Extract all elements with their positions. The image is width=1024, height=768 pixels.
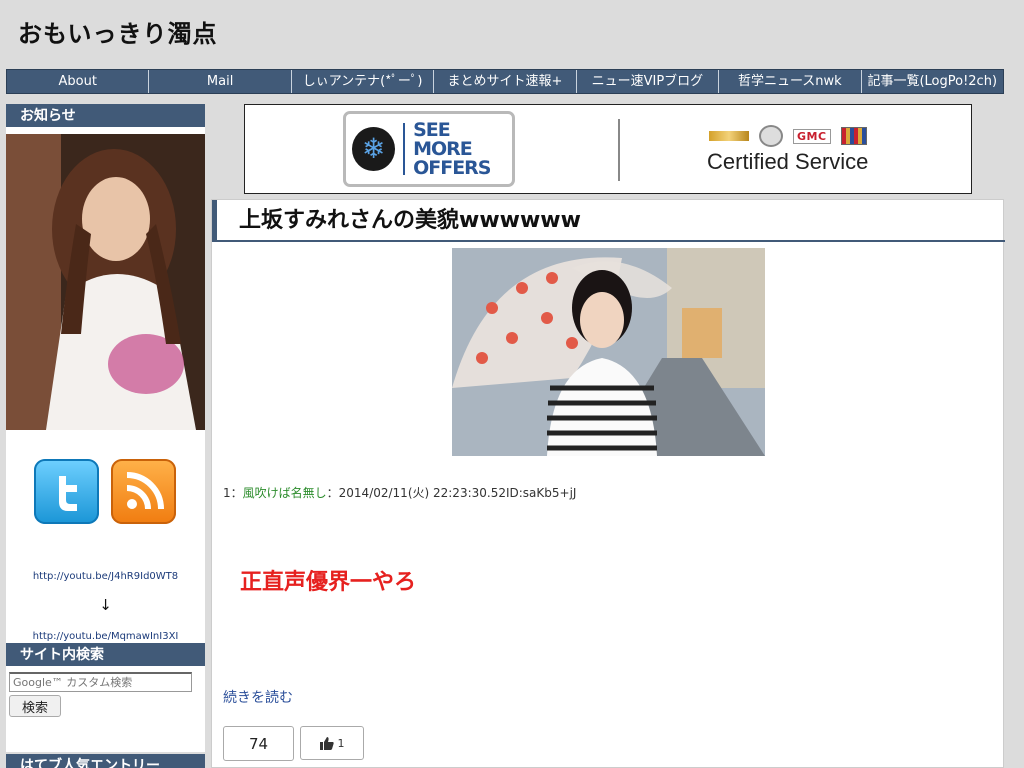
snowflake-icon: ❄ xyxy=(352,127,396,171)
like-count: 1 xyxy=(337,736,345,750)
hatena-bookmark-count[interactable]: 74 xyxy=(223,726,294,761)
nav-item-article-list[interactable]: 記事一覧(LogPo!2ch) xyxy=(862,70,1003,93)
youtube-link-2[interactable]: http://youtu.be/MqmawInI3XI xyxy=(6,631,205,642)
notice-box: http://youtu.be/J4hR9Id0WT8 ↓ http://you… xyxy=(6,129,205,643)
search-input[interactable] xyxy=(9,672,192,692)
like-button[interactable]: 1 xyxy=(300,726,364,760)
buick-logo-icon xyxy=(759,125,783,147)
post-meta: 1：風吹けば名無し：2014/02/11(火) 22:23:30.52ID:sa… xyxy=(223,484,576,501)
article-photo[interactable] xyxy=(452,248,765,456)
notice-photo[interactable] xyxy=(6,134,205,430)
offer-text: SEE MORE OFFERS xyxy=(413,118,512,179)
site-title[interactable]: おもいっきり濁点 xyxy=(18,14,218,49)
rss-icon[interactable] xyxy=(111,459,176,524)
nav-item-tetsugaku-news[interactable]: 哲学ニュースnwk xyxy=(719,70,862,93)
gmc-logo: GMC xyxy=(793,128,831,144)
twitter-icon[interactable] xyxy=(34,459,99,524)
brand-logos: GMC xyxy=(709,125,867,147)
article: 上坂すみれさんの美貌wwwwww 1：風吹けば名無し：2014/02/11(火)… xyxy=(211,199,1005,768)
notice-heading: お知らせ xyxy=(6,104,205,129)
offer-line-1: SEE MORE xyxy=(413,118,473,160)
offer-divider xyxy=(403,123,406,175)
hatena-popular-heading: はてブ人気エントリー xyxy=(6,754,205,768)
article-title[interactable]: 上坂すみれさんの美貌wwwwww xyxy=(212,200,1005,242)
see-more-offers-button[interactable]: ❄ SEE MORE OFFERS xyxy=(343,111,515,187)
certified-service-text: Certified Service xyxy=(707,149,869,174)
ad-divider xyxy=(618,119,620,181)
poster-name: 風吹けば名無し xyxy=(242,486,327,500)
global-nav: About Mail しぃアンテナ(*ﾟーﾟ) まとめサイト速報+ ニュー速VI… xyxy=(6,69,1004,94)
chevrolet-logo-icon xyxy=(709,131,749,141)
site-search-box: 検索 xyxy=(6,668,205,752)
thumbs-up-icon xyxy=(319,736,334,750)
post-datetime-id: ：2014/02/11(火) 22:23:30.52ID:saKb5+jJ xyxy=(326,486,577,500)
nav-item-about[interactable]: About xyxy=(7,70,150,93)
nav-item-vip-blog[interactable]: ニュー速VIPブログ xyxy=(577,70,720,93)
ad-banner[interactable]: ❄ SEE MORE OFFERS GMC Certified Service xyxy=(244,104,972,194)
offer-line-2: OFFERS xyxy=(413,156,491,179)
read-more-link[interactable]: 続きを読む xyxy=(223,687,293,707)
nav-item-mail[interactable]: Mail xyxy=(149,70,292,93)
nav-item-shii-antenna[interactable]: しぃアンテナ(*ﾟーﾟ) xyxy=(292,70,435,93)
down-arrow-icon: ↓ xyxy=(99,596,112,614)
social-icons xyxy=(34,459,176,524)
site-search-heading: サイト内検索 xyxy=(6,643,205,668)
sidebar: お知らせ http://youtu.be/J4hR9Id0WT8 ↓ http:… xyxy=(6,104,205,768)
youtube-link-1[interactable]: http://youtu.be/J4hR9Id0WT8 xyxy=(6,571,205,582)
search-button[interactable]: 検索 xyxy=(9,695,61,717)
nav-item-matome-sokuho[interactable]: まとめサイト速報+ xyxy=(434,70,577,93)
cadillac-logo-icon xyxy=(840,127,867,145)
post-body-text: 正直声優界一やろ xyxy=(240,570,417,595)
post-number: 1： xyxy=(223,486,243,500)
